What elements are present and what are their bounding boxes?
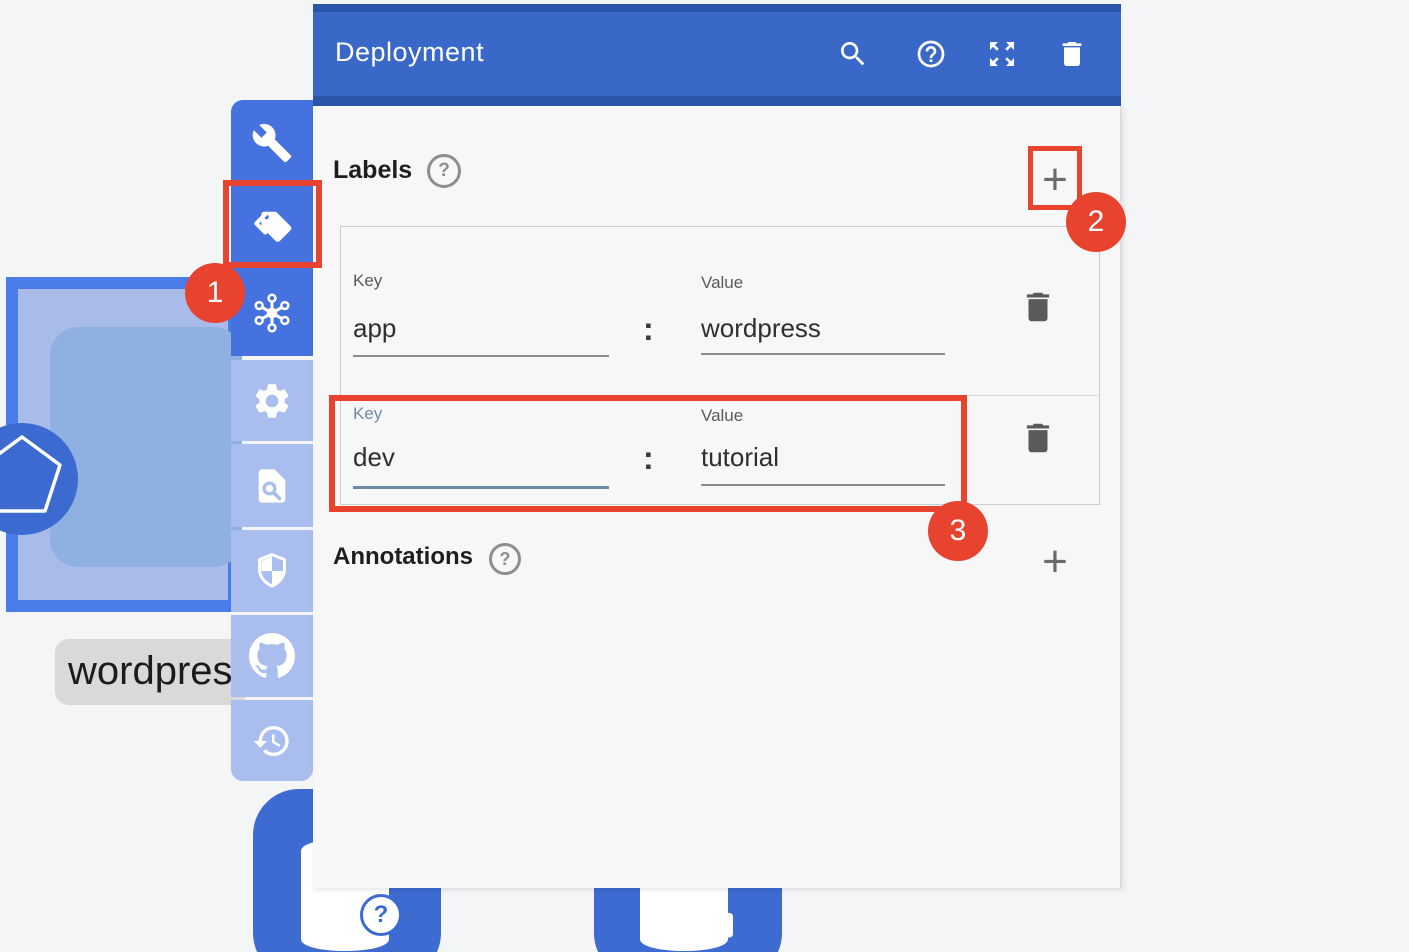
node-label-text: wordpress [55, 639, 247, 703]
pentagon-icon [0, 421, 78, 538]
unknown-status-badge: ? [360, 894, 402, 936]
key-input[interactable]: dev [353, 442, 395, 473]
lock-icon [698, 899, 740, 946]
gear-icon [251, 380, 293, 422]
key-input-underline-focused [353, 486, 609, 489]
annotations-heading: Annotations [333, 543, 473, 571]
label-row-app: Key app : Value wordpress [341, 227, 1099, 395]
expand-arrows-icon [986, 38, 1018, 75]
toolbar-doc-search-button[interactable] [231, 444, 313, 527]
key-value-separator: : [643, 311, 654, 348]
wrench-icon [251, 122, 293, 164]
value-field-label: Value [701, 273, 743, 293]
toolbar-labels-button[interactable] [231, 185, 313, 270]
question-glyph: ? [500, 549, 511, 570]
search-icon [837, 38, 869, 75]
trash-icon [1019, 288, 1057, 331]
toolbar-settings-button[interactable] [231, 360, 313, 441]
toolbar-security-button[interactable] [231, 530, 313, 612]
value-input-underline [701, 484, 945, 486]
trash-icon [1019, 419, 1057, 462]
node-label-pill: wordpress [55, 639, 247, 705]
shield-icon [252, 551, 292, 591]
document-search-icon [252, 466, 292, 506]
key-field-label: Key [353, 404, 382, 424]
value-input-underline [701, 353, 945, 355]
wordpress-node-body[interactable] [50, 327, 242, 567]
key-field-label: Key [353, 271, 382, 291]
question-glyph: ? [374, 901, 389, 929]
key-input-underline [353, 355, 609, 357]
github-icon [249, 633, 295, 679]
labels-table: Key app : Value wordpress Key dev : Valu… [340, 226, 1100, 505]
history-clock-icon [252, 721, 292, 761]
dialog-title: Deployment [335, 37, 484, 68]
label-row-dev: Key dev : Value tutorial [341, 395, 1099, 506]
delete-deployment-button[interactable] [1050, 34, 1094, 78]
plus-icon: + [1042, 158, 1068, 202]
delete-label-row-button[interactable] [1018, 420, 1058, 460]
key-input[interactable]: app [353, 313, 396, 344]
add-annotation-button[interactable]: + [1033, 536, 1077, 588]
value-field-label: Value [701, 406, 743, 426]
pentagon-node[interactable] [0, 423, 78, 535]
deployment-dialog-header: Deployment [313, 4, 1121, 106]
value-input[interactable]: wordpress [701, 313, 821, 344]
expand-button[interactable] [980, 34, 1024, 78]
delete-label-row-button[interactable] [1018, 289, 1058, 329]
hub-network-icon [249, 290, 295, 336]
toolbar-history-button[interactable] [231, 700, 313, 781]
help-button[interactable] [909, 34, 953, 78]
toolbar-github-button[interactable] [231, 615, 313, 697]
question-glyph: ? [438, 160, 450, 182]
help-icon [915, 38, 947, 75]
toolbar-build-button[interactable] [231, 100, 313, 185]
key-value-separator: : [643, 440, 654, 477]
labels-heading: Labels [333, 156, 412, 185]
labels-help-icon[interactable]: ? [427, 154, 461, 188]
deployment-dialog-body: Labels ? + Key app : Value wordpress [313, 106, 1121, 888]
trash-icon [1056, 38, 1088, 75]
search-button[interactable] [831, 34, 875, 78]
add-label-button[interactable]: + [1033, 154, 1077, 206]
annotations-help-icon[interactable]: ? [489, 543, 521, 575]
value-input[interactable]: tutorial [701, 442, 779, 473]
tag-label-icon [250, 206, 294, 250]
plus-icon: + [1042, 540, 1068, 584]
toolbar-hub-button[interactable] [231, 270, 313, 356]
